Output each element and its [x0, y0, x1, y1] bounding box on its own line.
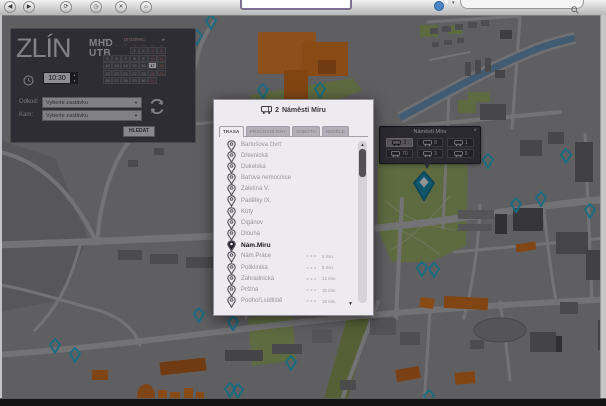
eta-arrows-icon: ►►►: [306, 288, 318, 292]
stop-name: Dlouhá: [241, 231, 260, 237]
stop-row[interactable]: Nám.Míru: [220, 240, 351, 251]
bookmark-star-icon[interactable]: ★: [442, 0, 451, 8]
stop-name: Dřevnická: [241, 153, 268, 159]
app-window: ZLÍN MHD UTB ◄ prosinec ► –––––––1234567…: [0, 0, 606, 406]
tab-trasa[interactable]: TRASA: [219, 126, 244, 137]
dialog-tabs: TRASAPRACOVNÍ DNYSOBOTANEDĚLE: [219, 123, 368, 137]
back-button[interactable]: ◀: [4, 1, 16, 13]
eta-arrows-icon: ►►►: [306, 254, 318, 258]
stop-row[interactable]: Cigánov: [220, 217, 351, 228]
tab-ned-le[interactable]: NEDĚLE: [322, 126, 349, 136]
stop-eta: ►►► 5 min.: [306, 254, 334, 259]
stop-row[interactable]: Podhoří,sídliště ►►► 18 min.: [220, 296, 351, 307]
window-status-bar: [0, 398, 606, 406]
stop-row[interactable]: Padělky IX.: [220, 195, 351, 206]
stop-pin-icon: [227, 207, 236, 219]
stop-name: Nám.Míru: [241, 242, 271, 249]
stop-row[interactable]: Dukelská: [220, 161, 351, 172]
stop-eta: ►►► 8 min.: [306, 265, 334, 270]
stop-pin-icon: [227, 140, 236, 152]
stop-row[interactable]: Baťova nemocnice: [220, 173, 351, 184]
stop-eta: ►►► 18 min.: [306, 299, 337, 304]
stop-pin-icon: [227, 184, 236, 196]
stop-name: Zahradnická: [241, 276, 274, 282]
stop-pin-icon: [227, 263, 236, 275]
eta-arrows-icon: ►►►: [306, 266, 318, 270]
stop-row[interactable]: Poliklinika ►►► 8 min.: [220, 262, 351, 273]
scroll-up-icon[interactable]: ▲: [358, 142, 367, 147]
stop-name: Cigánov: [241, 220, 263, 226]
stop-button[interactable]: ✕: [115, 1, 127, 13]
stop-pin-icon: [227, 151, 236, 163]
stop-eta: ►►► 15 min.: [306, 288, 337, 293]
stop-pin-icon: [227, 251, 236, 263]
stop-name: Bartošova čtvrť: [241, 142, 282, 148]
reload-button[interactable]: ⟳: [60, 1, 72, 13]
search-icon[interactable]: [571, 1, 579, 16]
stop-row[interactable]: Zahradnická ►►► 12 min.: [220, 273, 351, 284]
dialog-title: Náměstí Míru: [282, 107, 326, 114]
stop-pin-icon: [227, 173, 236, 185]
stop-pin-icon: [227, 240, 236, 252]
forward-button[interactable]: ▶: [23, 1, 35, 13]
stop-eta: ►►► 12 min.: [306, 276, 337, 281]
stop-list: Bartošova čtvrť Dřevnická Dukelská Baťov…: [220, 139, 351, 308]
home-button[interactable]: ⌂: [140, 1, 152, 13]
browser-search-input[interactable]: [460, 0, 584, 9]
history-button[interactable]: ◷: [90, 1, 102, 13]
browser-toolbar: ◀ ▶ ⟳ ◷ ✕ ⌂ ★ ▾: [0, 0, 606, 16]
stop-row[interactable]: Dlouhá: [220, 229, 351, 240]
stop-row[interactable]: Dřevnická: [220, 150, 351, 161]
stop-row[interactable]: Nám.Práce ►►► 5 min.: [220, 251, 351, 262]
stop-row[interactable]: Zálešná V.: [220, 184, 351, 195]
scroll-down-icon[interactable]: ▼: [348, 301, 353, 307]
stop-pin-icon: [227, 195, 236, 207]
tab-sobota[interactable]: SOBOTA: [292, 126, 320, 136]
stop-name: Podhoří,sídliště: [241, 298, 282, 304]
stop-row[interactable]: Bartošova čtvrť: [220, 139, 351, 150]
scrollbar-thumb[interactable]: [359, 149, 366, 177]
stop-pin-icon: [227, 285, 236, 297]
stop-name: Poliklinika: [241, 265, 268, 271]
stop-row[interactable]: Kúty: [220, 206, 351, 217]
stop-pin-icon: [227, 162, 236, 174]
tab-pracovn-dny[interactable]: PRACOVNÍ DNY: [246, 126, 291, 136]
stop-name: Dukelská: [241, 164, 266, 170]
stop-name: Prštná: [241, 287, 258, 293]
eta-arrows-icon: ►►►: [306, 299, 318, 303]
stop-name: Padělky IX.: [241, 198, 271, 204]
route-dialog: 2 Náměstí Míru TRASAPRACOVNÍ DNYSOBOTANE…: [213, 99, 374, 316]
window-edge-right[interactable]: [600, 15, 606, 399]
address-bar[interactable]: [240, 0, 352, 10]
window-edge-left: [0, 15, 2, 399]
dialog-line-number: 2: [275, 107, 279, 114]
dialog-header: 2 Náměstí Míru: [214, 104, 373, 116]
stop-pin-icon: [227, 296, 236, 308]
chevron-down-icon[interactable]: ▾: [452, 0, 455, 6]
stop-name: Kúty: [241, 209, 253, 215]
scrollbar[interactable]: ▲: [358, 141, 367, 303]
stop-row[interactable]: Prštná ►►► 15 min.: [220, 284, 351, 295]
bus-icon: [261, 106, 272, 114]
stop-pin-icon: [227, 229, 236, 241]
stop-name: Baťova nemocnice: [241, 175, 291, 181]
stop-name: Nám.Práce: [241, 253, 271, 259]
stop-pin-icon: [227, 274, 236, 286]
stop-name: Zálešná V.: [241, 186, 269, 192]
eta-arrows-icon: ►►►: [306, 277, 318, 281]
stop-pin-icon: [227, 218, 236, 230]
